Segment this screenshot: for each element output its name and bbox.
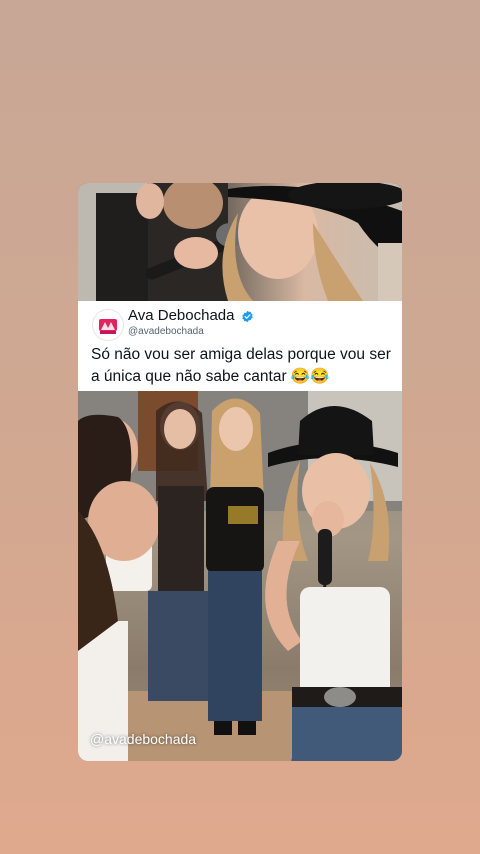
avatar[interactable]: [92, 309, 124, 341]
story-card: Ava Debochada @avadebochada Só não vou s…: [78, 183, 402, 761]
tweet-handle[interactable]: @avadebochada: [128, 326, 204, 337]
top-video-scene: [78, 183, 402, 301]
watermark-handle: @avadebochada: [90, 731, 197, 747]
bottom-video-scene: [78, 391, 402, 761]
tweet-card[interactable]: Ava Debochada @avadebochada Só não vou s…: [78, 301, 402, 391]
tweet-display-name[interactable]: Ava Debochada: [128, 307, 234, 324]
verified-badge-icon: [242, 310, 253, 323]
bottom-video-frame: [78, 391, 402, 761]
tweet-text: Só não vou ser amiga delas porque vou se…: [91, 346, 391, 385]
avatar-logo-icon: [94, 311, 122, 339]
top-video-frame: [78, 183, 402, 301]
